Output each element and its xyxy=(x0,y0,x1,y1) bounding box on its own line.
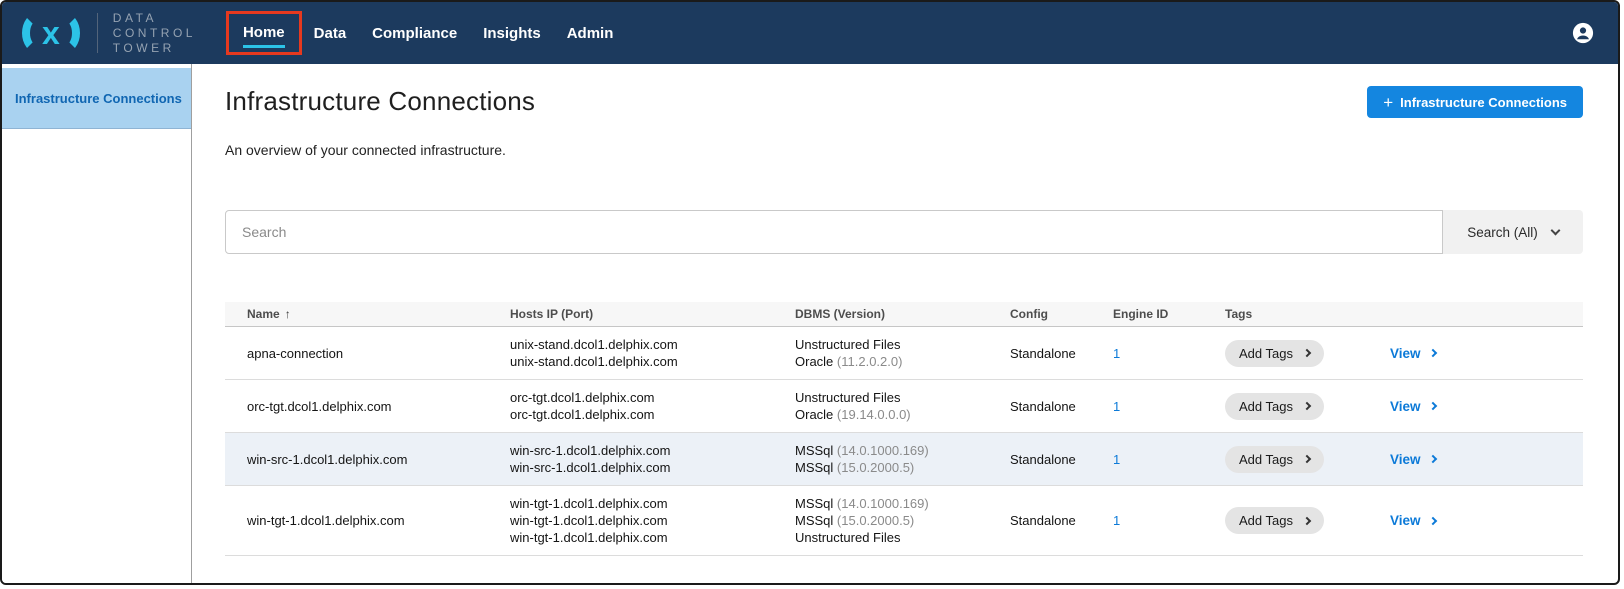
app-window: x Data Control Tower Home Data Complianc… xyxy=(0,0,1620,585)
add-tags-button[interactable]: Add Tags xyxy=(1225,446,1324,473)
table-row: win-src-1.dcol1.delphix.com win-src-1.dc… xyxy=(225,433,1583,486)
nav-item-home[interactable]: Home xyxy=(243,24,285,48)
add-button-label: Infrastructure Connections xyxy=(1400,95,1567,110)
engine-id-link[interactable]: 1 xyxy=(1113,452,1120,467)
add-infrastructure-connections-button[interactable]: + Infrastructure Connections xyxy=(1367,86,1583,118)
search-input[interactable] xyxy=(225,210,1443,254)
view-link[interactable]: View xyxy=(1390,513,1436,528)
sidebar-item-label: Infrastructure Connections xyxy=(15,91,182,106)
engine-id-link[interactable]: 1 xyxy=(1113,346,1120,361)
chevron-right-icon xyxy=(1428,402,1436,410)
hosts-cell: unix-stand.dcol1.delphix.com unix-stand.… xyxy=(510,336,795,370)
table-row: apna-connection unix-stand.dcol1.delphix… xyxy=(225,327,1583,380)
column-header-tags: Tags xyxy=(1225,307,1390,321)
hosts-cell: win-src-1.dcol1.delphix.com win-src-1.dc… xyxy=(510,442,795,476)
plus-icon: + xyxy=(1383,94,1393,111)
nav-item-insights[interactable]: Insights xyxy=(483,25,541,42)
config-cell: Standalone xyxy=(1010,399,1113,414)
connection-name: orc-tgt.dcol1.delphix.com xyxy=(225,399,510,414)
user-account-button[interactable] xyxy=(1572,22,1594,44)
sort-asc-icon: ↑ xyxy=(285,307,291,321)
chevron-right-icon xyxy=(1303,349,1311,357)
sidebar-item-infrastructure-connections[interactable]: Infrastructure Connections xyxy=(2,68,191,129)
add-tags-button[interactable]: Add Tags xyxy=(1225,340,1324,367)
nav-item-data[interactable]: Data xyxy=(314,25,347,42)
hosts-cell: orc-tgt.dcol1.delphix.com orc-tgt.dcol1.… xyxy=(510,389,795,423)
search-scope-dropdown[interactable]: Search (All) xyxy=(1443,210,1583,254)
view-link[interactable]: View xyxy=(1390,452,1436,467)
dbms-cell: Unstructured Files Oracle (11.2.0.2.0) xyxy=(795,336,1010,370)
view-link[interactable]: View xyxy=(1390,346,1436,361)
add-tags-button[interactable]: Add Tags xyxy=(1225,507,1324,534)
config-cell: Standalone xyxy=(1010,346,1113,361)
dbms-cell: MSSql (14.0.1000.169) MSSql (15.0.2000.5… xyxy=(795,495,1010,546)
connection-name: win-src-1.dcol1.delphix.com xyxy=(225,452,510,467)
nav-item-compliance[interactable]: Compliance xyxy=(372,25,457,42)
column-header-hosts: Hosts IP (Port) xyxy=(510,307,795,321)
annotation-box-home: Home xyxy=(226,11,302,55)
config-cell: Standalone xyxy=(1010,513,1113,528)
user-account-icon xyxy=(1572,22,1594,44)
engine-id-link[interactable]: 1 xyxy=(1113,513,1120,528)
table-row: orc-tgt.dcol1.delphix.com orc-tgt.dcol1.… xyxy=(225,380,1583,433)
delphix-dct-logo[interactable]: x Data Control Tower xyxy=(22,11,196,56)
connections-table: Name↑ Hosts IP (Port) DBMS (Version) Con… xyxy=(225,302,1583,556)
wordmark-line: Tower xyxy=(113,41,196,56)
page-title: Infrastructure Connections xyxy=(225,86,535,117)
chevron-right-icon xyxy=(1303,516,1311,524)
wordmark: Data Control Tower xyxy=(113,11,196,56)
page-subtitle: An overview of your connected infrastruc… xyxy=(225,142,1583,158)
config-cell: Standalone xyxy=(1010,452,1113,467)
chevron-right-icon xyxy=(1303,455,1311,463)
main-nav: Home Data Compliance Insights Admin xyxy=(226,11,639,55)
nav-item-admin[interactable]: Admin xyxy=(567,25,614,42)
search-scope-label: Search (All) xyxy=(1467,225,1538,240)
connection-name: win-tgt-1.dcol1.delphix.com xyxy=(225,513,510,528)
main-content: Infrastructure Connections + Infrastruct… xyxy=(192,64,1618,583)
dbms-cell: Unstructured Files Oracle (19.14.0.0.0) xyxy=(795,389,1010,423)
chevron-right-icon xyxy=(1428,516,1436,524)
column-header-name[interactable]: Name↑ xyxy=(225,307,510,321)
column-header-engine-id: Engine ID xyxy=(1113,307,1225,321)
view-link[interactable]: View xyxy=(1390,399,1436,414)
wordmark-line: Control xyxy=(113,26,196,41)
engine-id-link[interactable]: 1 xyxy=(1113,399,1120,414)
top-navbar: x Data Control Tower Home Data Complianc… xyxy=(2,2,1618,64)
search-bar: Search (All) xyxy=(225,210,1583,254)
add-tags-button[interactable]: Add Tags xyxy=(1225,393,1324,420)
logo-divider xyxy=(97,13,98,53)
column-header-dbms: DBMS (Version) xyxy=(795,307,1010,321)
chevron-right-icon xyxy=(1428,349,1436,357)
chevron-right-icon xyxy=(1303,402,1311,410)
wordmark-line: Data xyxy=(113,11,196,26)
left-sidebar: Infrastructure Connections xyxy=(2,64,192,583)
chevron-right-icon xyxy=(1428,455,1436,463)
dbms-cell: MSSql (14.0.1000.169) MSSql (15.0.2000.5… xyxy=(795,442,1010,476)
delphix-logo-icon: x xyxy=(22,13,80,53)
hosts-cell: win-tgt-1.dcol1.delphix.com win-tgt-1.dc… xyxy=(510,495,795,546)
table-row: win-tgt-1.dcol1.delphix.com win-tgt-1.dc… xyxy=(225,486,1583,556)
chevron-down-icon xyxy=(1550,226,1560,236)
connection-name: apna-connection xyxy=(225,346,510,361)
table-header: Name↑ Hosts IP (Port) DBMS (Version) Con… xyxy=(225,302,1583,327)
column-header-config: Config xyxy=(1010,307,1113,321)
